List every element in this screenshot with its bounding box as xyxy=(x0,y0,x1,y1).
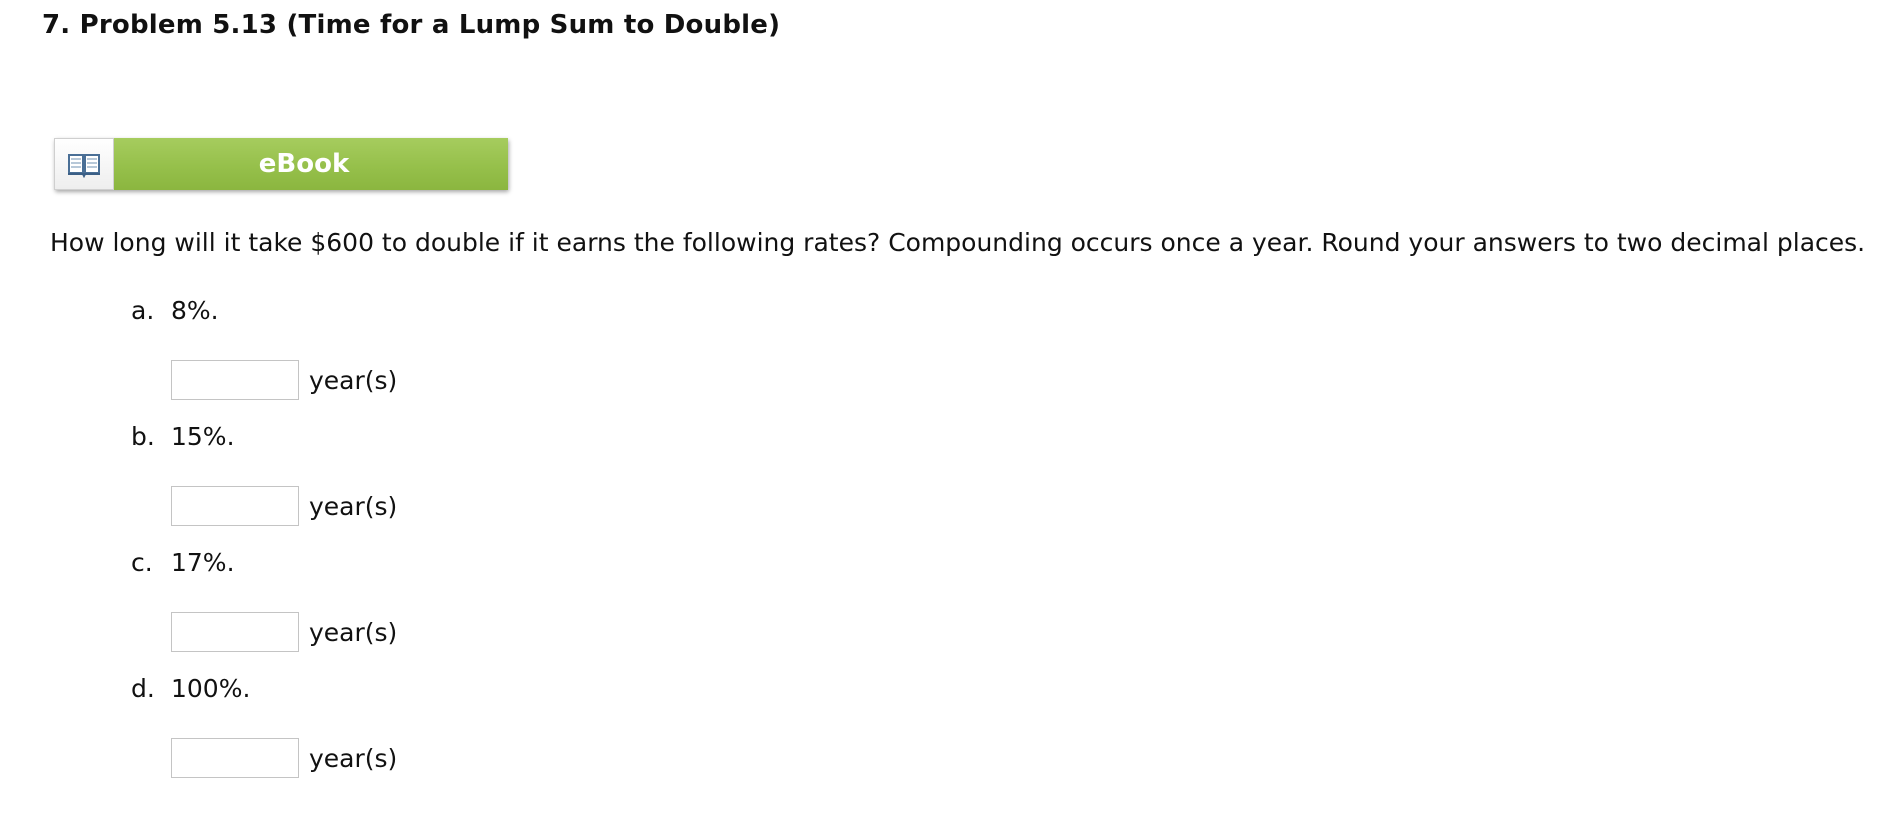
problem-title: 7. Problem 5.13 (Time for a Lump Sum to … xyxy=(42,10,781,40)
unit-label: year(s) xyxy=(309,491,398,521)
part-letter: a. xyxy=(131,296,155,325)
part-letter: c. xyxy=(131,548,153,577)
book-icon xyxy=(54,138,114,190)
answer-input-a[interactable] xyxy=(171,360,299,400)
part-rate: 15%. xyxy=(171,422,235,451)
part-c-answer-row: year(s) xyxy=(171,612,397,652)
question-text: How long will it take $600 to double if … xyxy=(50,228,1866,257)
ebook-label[interactable]: eBook xyxy=(114,138,508,190)
part-a-answer-row: year(s) xyxy=(171,360,397,400)
part-c-label: c. 17%. xyxy=(131,548,235,577)
part-rate: 100%. xyxy=(171,674,251,703)
part-rate: 8%. xyxy=(171,296,219,325)
part-a-label: a. 8%. xyxy=(131,296,219,325)
part-d-answer-row: year(s) xyxy=(171,738,397,778)
part-letter: d. xyxy=(131,674,155,703)
part-rate: 17%. xyxy=(171,548,235,577)
ebook-button[interactable]: eBook xyxy=(54,138,508,190)
part-b-answer-row: year(s) xyxy=(171,486,397,526)
answer-input-c[interactable] xyxy=(171,612,299,652)
unit-label: year(s) xyxy=(309,617,398,647)
answer-input-d[interactable] xyxy=(171,738,299,778)
unit-label: year(s) xyxy=(309,365,398,395)
part-d-label: d. 100%. xyxy=(131,674,250,703)
part-b-label: b. 15%. xyxy=(131,422,235,451)
answer-input-b[interactable] xyxy=(171,486,299,526)
unit-label: year(s) xyxy=(309,743,398,773)
part-letter: b. xyxy=(131,422,155,451)
